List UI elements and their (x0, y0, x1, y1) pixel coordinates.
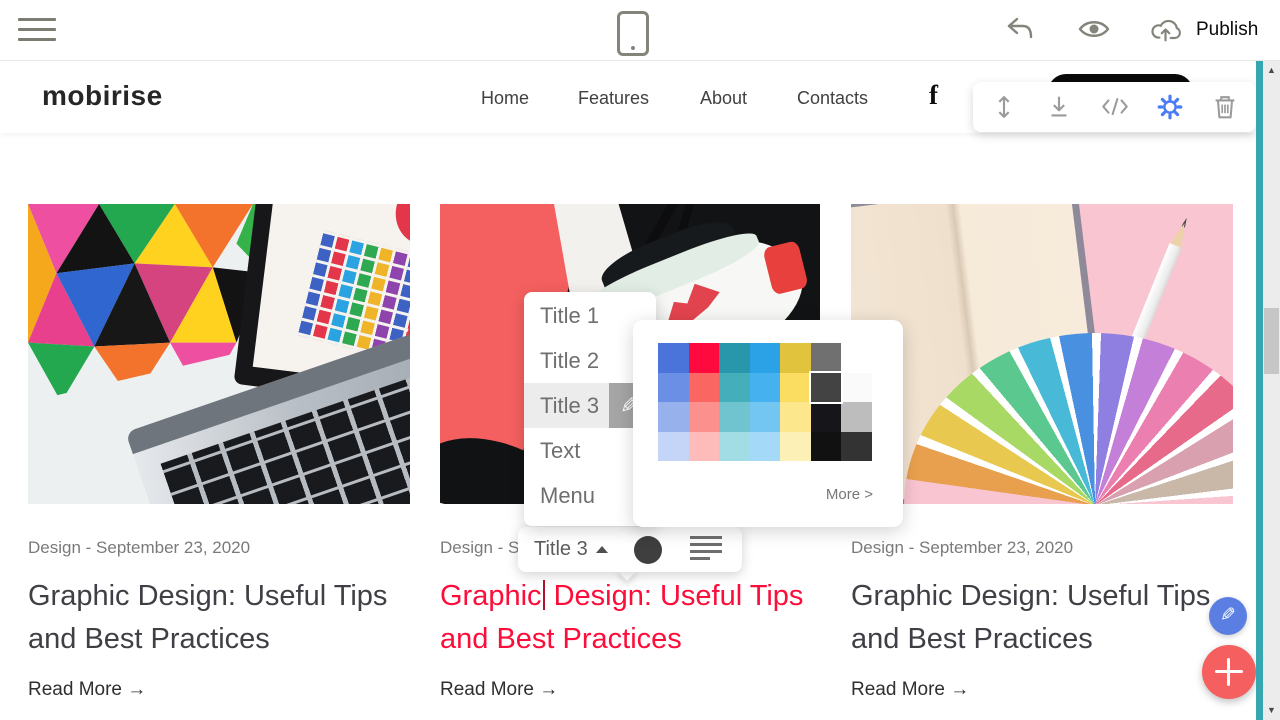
card2-title-editing[interactable]: Graphic Design: Useful Tips and Best Pra… (440, 575, 830, 661)
hamburger-menu-icon[interactable] (18, 18, 56, 42)
block-toolbar (973, 82, 1256, 132)
card1-meta: Design - September 23, 2020 (28, 538, 250, 558)
color-swatch[interactable] (780, 343, 811, 373)
scrollbar-down-arrow[interactable]: ▼ (1263, 702, 1280, 718)
card1-title[interactable]: Graphic Design: Useful Tips and Best Pra… (28, 575, 418, 661)
plus-icon (1227, 658, 1230, 686)
download-block-icon[interactable] (1044, 92, 1074, 122)
facebook-icon[interactable]: f (929, 80, 938, 111)
color-swatch[interactable] (780, 432, 811, 462)
card1-image-laptop[interactable] (28, 204, 410, 504)
publish-button[interactable]: Publish (1196, 19, 1258, 41)
app-toolbar: Publish (0, 0, 1280, 61)
color-swatch[interactable] (811, 343, 842, 373)
card3-title[interactable]: Graphic Design: Useful Tips and Best Pra… (851, 575, 1241, 661)
card3-image-notebook[interactable] (851, 204, 1233, 504)
publish-cloud-icon[interactable] (1150, 14, 1182, 46)
color-swatch[interactable] (811, 402, 842, 432)
nav-link-home[interactable]: Home (481, 88, 529, 109)
block-settings-gear-icon[interactable] (1155, 92, 1185, 122)
color-swatch[interactable] (689, 373, 720, 403)
card2-read-more-link[interactable]: Read More → (440, 679, 558, 701)
color-swatch[interactable] (719, 373, 750, 403)
nav-link-contacts[interactable]: Contacts (797, 88, 868, 109)
color-swatch[interactable] (750, 402, 781, 432)
color-swatch[interactable] (658, 402, 689, 432)
code-editor-icon[interactable] (1100, 92, 1130, 122)
color-swatch[interactable] (780, 373, 811, 403)
text-cursor (543, 580, 545, 610)
nav-link-features[interactable]: Features (578, 88, 649, 109)
color-swatch[interactable] (811, 373, 842, 403)
color-swatch[interactable] (841, 373, 872, 403)
color-swatch (841, 343, 872, 373)
sneaker-heel-tab (762, 240, 809, 295)
color-swatch[interactable] (689, 402, 720, 432)
color-swatch[interactable] (719, 432, 750, 462)
move-block-icon[interactable] (989, 92, 1019, 122)
site-logo[interactable]: mobirise (42, 80, 163, 112)
undo-icon[interactable] (1004, 14, 1036, 46)
pencil-icon: ✎ (1220, 597, 1236, 635)
delete-block-trash-icon[interactable] (1210, 92, 1240, 122)
color-swatch[interactable] (780, 402, 811, 432)
card3-meta: Design - September 23, 2020 (851, 538, 1073, 558)
color-picker-panel: More > (633, 320, 903, 527)
scrollbar[interactable]: ▲ ▼ (1263, 60, 1280, 720)
add-block-fab-button[interactable] (1202, 645, 1256, 699)
color-swatch-grid (658, 343, 872, 461)
mobirise-editor: Publish ▲ ▼ mobirise Home Features About… (0, 0, 1280, 720)
color-swatch[interactable] (750, 343, 781, 373)
mobile-view-icon[interactable] (617, 11, 649, 56)
color-swatch[interactable] (658, 373, 689, 403)
color-swatch[interactable] (719, 343, 750, 373)
color-swatch[interactable] (658, 343, 689, 373)
text-style-dropdown[interactable]: Title 3 (534, 538, 588, 561)
color-swatch[interactable] (689, 432, 720, 462)
edit-fab-pencil-button[interactable]: ✎ (1209, 597, 1247, 635)
block-edge-highlight (1256, 60, 1263, 720)
color-swatch[interactable] (750, 373, 781, 403)
screen-red-graphic (392, 204, 410, 248)
color-swatch[interactable] (719, 402, 750, 432)
color-swatch[interactable] (750, 432, 781, 462)
color-swatch[interactable] (841, 402, 872, 432)
color-swatch[interactable] (841, 432, 872, 462)
preview-eye-icon[interactable] (1078, 14, 1110, 46)
nav-link-about[interactable]: About (700, 88, 747, 109)
caret-up-icon[interactable] (596, 546, 608, 553)
card3-read-more-link[interactable]: Read More → (851, 679, 969, 701)
color-swatch[interactable] (811, 432, 842, 462)
font-color-swatch[interactable] (634, 536, 662, 564)
card1-read-more-link[interactable]: Read More → (28, 679, 146, 701)
triangle-mosaic-art (28, 204, 265, 402)
color-swatch[interactable] (689, 343, 720, 373)
scrollbar-thumb[interactable] (1264, 308, 1279, 374)
scrollbar-up-arrow[interactable]: ▲ (1263, 62, 1280, 78)
title-text-before-cursor: Graphic (440, 580, 542, 612)
more-colors-link[interactable]: More > (826, 486, 873, 503)
color-swatch[interactable] (658, 432, 689, 462)
align-left-icon[interactable] (690, 536, 722, 564)
inline-format-toolbar: Title 3 (518, 527, 742, 572)
